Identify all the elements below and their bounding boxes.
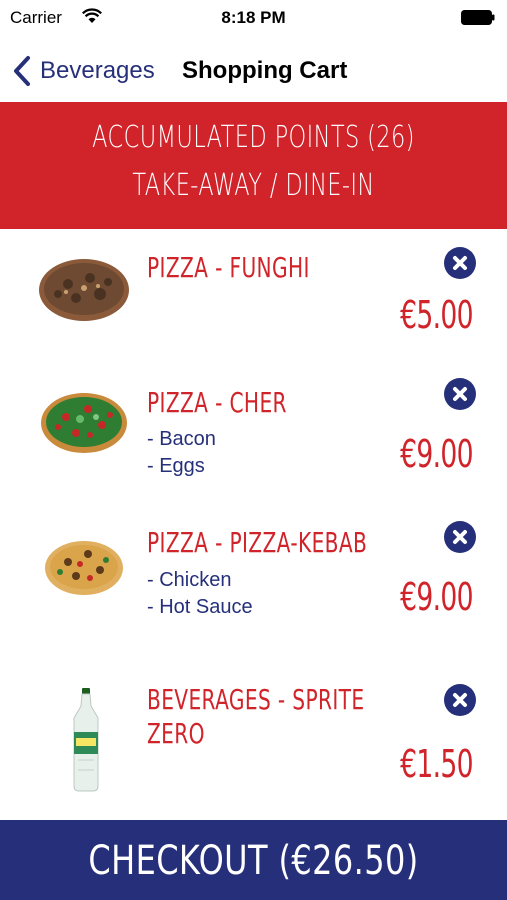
item-extra: - Hot Sauce — [147, 596, 253, 618]
item-price: €1.50 — [400, 742, 473, 786]
accumulated-points-label: ACCUMULATED POINTS (26) — [92, 120, 415, 155]
item-title: PIZZA - CHER — [147, 386, 287, 419]
points-banner: ACCUMULATED POINTS (26) TAKE-AWAY / DINE… — [0, 102, 507, 229]
item-price: €9.00 — [400, 432, 473, 476]
remove-x-icon — [453, 387, 467, 401]
chevron-left-icon — [14, 56, 30, 86]
remove-item-button[interactable] — [444, 247, 476, 279]
checkout-button-label: CHECKOUT (€26.50) — [88, 838, 419, 884]
cart-list: PIZZA - FUNGHI €5.00 PIZZA - CHER - Baco… — [0, 229, 507, 820]
item-title: BEVERAGES - SPRITE — [147, 683, 365, 716]
cart-item: PIZZA - FUNGHI €5.00 — [0, 229, 507, 364]
status-time: 8:18 PM — [221, 8, 286, 27]
cart-item: PIZZA - PIZZA-KEBAB - Chicken - Hot Sauc… — [0, 504, 507, 669]
remove-x-icon — [453, 693, 467, 707]
item-price: €9.00 — [400, 575, 473, 619]
item-extra: - Bacon — [147, 428, 216, 450]
item-extra: - Chicken — [147, 569, 232, 591]
item-title: PIZZA - FUNGHI — [147, 251, 310, 284]
remove-x-icon — [453, 256, 467, 270]
remove-x-icon — [453, 530, 467, 544]
item-price: €5.00 — [400, 293, 473, 337]
pizza-cher-image — [41, 393, 127, 453]
pizza-kebab-image — [45, 541, 123, 595]
item-title-line2: ZERO — [147, 717, 205, 750]
remove-item-button[interactable] — [444, 684, 476, 716]
back-button-label: Beverages — [40, 57, 155, 84]
checkout-button[interactable]: CHECKOUT (€26.50) — [0, 820, 507, 900]
navigation-bar: Beverages Shopping Cart — [0, 40, 507, 102]
cart-item: BEVERAGES - SPRITE ZERO €1.50 — [0, 669, 507, 820]
remove-item-button[interactable] — [444, 521, 476, 553]
page-title: Shopping Cart — [182, 57, 348, 84]
battery-icon — [461, 10, 495, 25]
item-extra: - Eggs — [147, 455, 205, 477]
pizza-funghi-image — [39, 259, 129, 321]
item-title: PIZZA - PIZZA-KEBAB — [147, 526, 368, 559]
remove-item-button[interactable] — [444, 378, 476, 410]
back-button[interactable]: Beverages — [12, 54, 155, 88]
status-bar: Carrier 8:18 PM — [0, 0, 507, 40]
takeaway-dinein-toggle[interactable]: TAKE-AWAY / DINE-IN — [63, 168, 443, 203]
cart-item: PIZZA - CHER - Bacon - Eggs €9.00 — [0, 364, 507, 504]
sprite-zero-bottle-image — [73, 688, 99, 792]
